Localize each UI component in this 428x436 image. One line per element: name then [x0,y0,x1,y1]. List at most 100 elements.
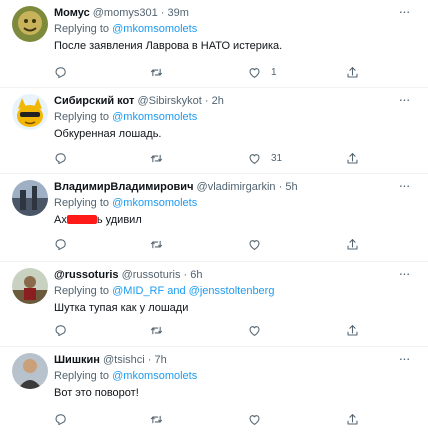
tweet-time[interactable]: 7h [155,354,167,366]
reply-button[interactable] [54,150,67,166]
author-name[interactable]: Сибирский кот [54,95,134,107]
like-button[interactable] [248,411,261,427]
tweet-header: ВладимирВладимирович @vladimirgarkin · 5… [54,180,412,194]
reply-to-link[interactable]: @MID_RF and @jensstoltenberg [112,285,274,297]
reply-icon [55,238,66,250]
tweet-actions [54,411,412,427]
reply-context: Replying to @mkomsomolets [54,196,412,211]
avatar[interactable] [12,268,48,304]
reply-icon [55,66,66,78]
retweet-icon [150,68,163,76]
more-icon[interactable]: ··· [396,4,412,20]
more-icon[interactable]: ··· [396,266,412,282]
avatar[interactable] [12,353,48,389]
reply-prefix: Replying to [54,23,110,35]
retweet-icon [150,154,163,162]
tweet-content: Шишкин @tsishci · 7h ··· Replying to @mk… [54,351,412,401]
share-button[interactable] [346,150,359,166]
author-handle[interactable]: @Sibirskykot [137,95,201,107]
reply-prefix: Replying to [54,285,110,297]
tweet-text-before: Ах [54,214,67,226]
tweet-header: Момус @momys301 · 39m [54,6,412,20]
like-button[interactable] [248,236,261,252]
tweet-content: Сибирский кот @Sibirskykot · 2h ··· Repl… [54,92,412,142]
tweet-time[interactable]: 2h [212,95,224,107]
reply-icon [55,324,66,336]
tweet-time[interactable]: 39m [168,7,189,19]
reply-prefix: Replying to [54,111,110,123]
share-button[interactable] [346,322,359,338]
separator: · [160,7,165,19]
retweet-button[interactable] [150,150,163,166]
like-button[interactable]: 31 [248,150,282,166]
retweet-icon [150,240,163,248]
like-button[interactable]: 1 [248,64,277,80]
author-name[interactable]: Момус [54,7,90,19]
author-name[interactable]: ВладимирВладимирович [54,181,193,193]
reply-context: Replying to @mkomsomolets [54,369,412,384]
retweet-icon [150,326,163,334]
reply-to-link[interactable]: @mkomsomolets [112,23,197,35]
tweet-time[interactable]: 5h [285,181,297,193]
like-count: 31 [271,152,283,164]
like-count: 1 [271,66,277,78]
reply-button[interactable] [54,236,67,252]
reply-button[interactable] [54,64,67,80]
retweet-icon [150,415,163,423]
reply-prefix: Replying to [54,370,110,382]
tweet-content: @russoturis @russoturis · 6h ··· Replyin… [54,266,412,316]
author-handle[interactable]: @tsishci [103,354,145,366]
like-icon [249,239,260,250]
reply-context: Replying to @mkomsomolets [54,22,412,37]
like-button[interactable] [248,322,261,338]
tweet-time[interactable]: 6h [190,269,202,281]
share-button[interactable] [346,411,359,427]
redaction-mark [66,215,97,224]
tweet-actions: 31 [54,150,412,166]
avatar[interactable] [12,180,48,216]
share-icon [347,413,358,424]
separator: · [183,269,188,281]
avatar[interactable] [12,6,48,42]
author-handle[interactable]: @russoturis [122,269,181,281]
tweet-content: ВладимирВладимирович @vladimirgarkin · 5… [54,178,412,228]
author-name[interactable]: @russoturis [54,269,119,281]
tweet[interactable]: Сибирский кот @Sibirskykot · 2h ··· Repl… [0,88,428,174]
more-icon[interactable]: ··· [396,351,412,367]
tweet-text: Ах ь удивил [54,213,412,228]
tweet[interactable]: ВладимирВладимирович @vladimirgarkin · 5… [0,174,428,262]
reply-button[interactable] [54,322,67,338]
tweet[interactable]: Шишкин @tsishci · 7h ··· Replying to @mk… [0,347,428,436]
separator: · [204,95,209,107]
more-icon[interactable]: ··· [396,178,412,194]
reply-icon [55,152,66,164]
retweet-button[interactable] [150,236,163,252]
retweet-button[interactable] [150,411,163,427]
tweet-actions [54,236,412,252]
reply-to-link[interactable]: @mkomsomolets [112,197,197,209]
retweet-button[interactable] [150,322,163,338]
tweet-text-after: ь удивил [96,214,142,226]
retweet-button[interactable] [150,64,163,80]
reply-context: Replying to @MID_RF and @jensstoltenberg [54,284,412,299]
like-icon [249,414,260,425]
author-handle[interactable]: @vladimirgarkin [197,181,276,193]
author-name[interactable]: Шишкин [54,354,100,366]
share-button[interactable] [346,236,359,252]
like-icon [249,67,260,78]
reply-context: Replying to @mkomsomolets [54,110,412,125]
tweet-header: Сибирский кот @Sibirskykot · 2h [54,94,412,108]
reply-to-link[interactable]: @mkomsomolets [112,111,197,123]
author-handle[interactable]: @momys301 [93,7,158,19]
share-button[interactable] [346,64,359,80]
tweet[interactable]: @russoturis @russoturis · 6h ··· Replyin… [0,262,428,347]
reply-to-link[interactable]: @mkomsomolets [112,370,197,382]
tweet-actions [54,322,412,338]
reply-icon [55,413,66,425]
reply-button[interactable] [54,411,67,427]
avatar[interactable] [12,94,48,130]
tweet-text: Шутка тупая как у лошади [54,302,189,314]
tweet[interactable]: Момус @momys301 · 39m ··· Replying to @m… [0,0,428,88]
share-icon [347,324,358,335]
more-icon[interactable]: ··· [396,92,412,108]
